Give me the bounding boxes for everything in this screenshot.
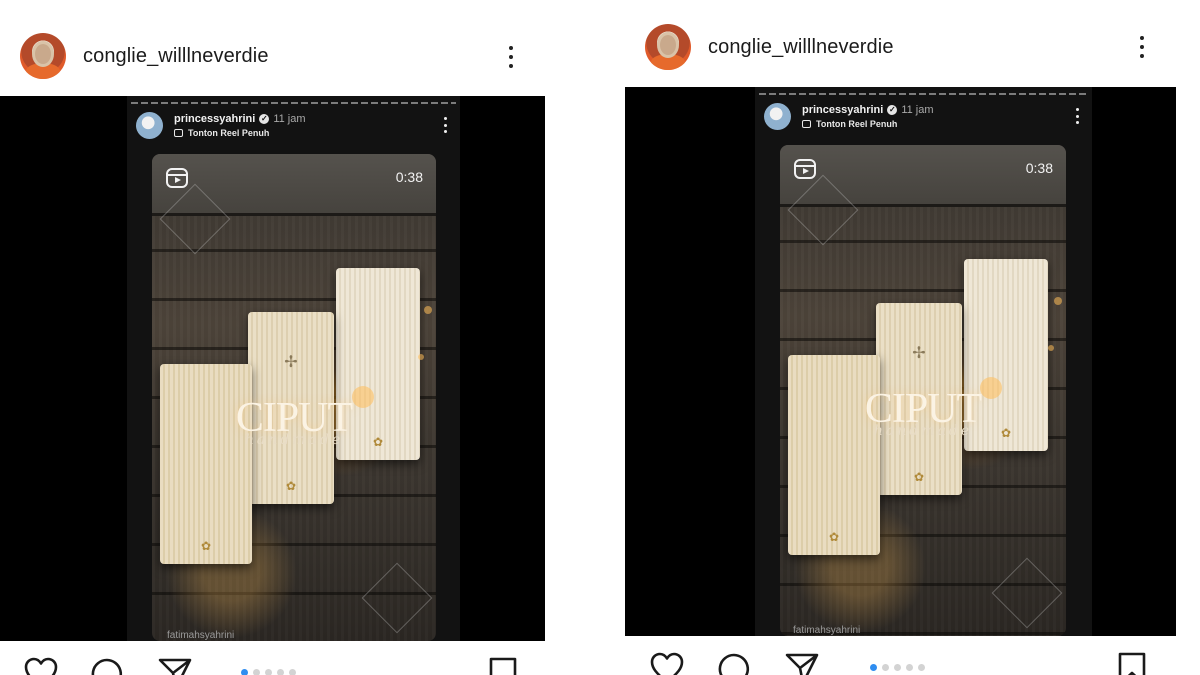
heart-icon[interactable] — [650, 652, 684, 675]
story-more-icon — [440, 117, 450, 133]
post-media[interactable]: princessyahrini ✓ 11 jam Tonton Reel Penuh… — [0, 96, 545, 641]
story-header: princessyahrini ✓ 11 jam Tonton Reel Penuh — [136, 112, 450, 142]
reel-duration: 0:38 — [1025, 160, 1053, 176]
story-progress-bar — [131, 102, 456, 104]
more-vertical-icon[interactable] — [1132, 32, 1152, 62]
send-icon[interactable] — [785, 652, 819, 675]
post-header: conglie_willlneverdie — [625, 24, 1200, 70]
bookmark-icon[interactable] — [1115, 652, 1149, 675]
heart-icon[interactable] — [24, 657, 58, 675]
action-bar — [625, 652, 1200, 675]
carousel-dot — [277, 669, 284, 675]
bookmark-icon[interactable] — [486, 657, 520, 675]
verified-badge-icon: ✓ — [259, 114, 270, 125]
avatar[interactable] — [645, 24, 691, 70]
carousel-indicator — [241, 669, 296, 675]
story-time: 11 jam — [901, 104, 934, 116]
story-screenshot: princessyahrini ✓ 11 jam Tonton Reel Penuh… — [127, 96, 460, 641]
username[interactable]: conglie_willlneverdie — [708, 36, 894, 59]
carousel-dot — [894, 664, 901, 671]
story-time: 11 jam — [273, 113, 306, 125]
story-progress-bar — [759, 93, 1088, 95]
reel-preview: 0:38 ✿ ✢ ✿ ✿ CIPUT handmade — [780, 145, 1066, 636]
reel-icon — [794, 159, 816, 179]
carousel-dot — [882, 664, 889, 671]
story-username: princessyahrini — [174, 113, 256, 125]
carousel-dot — [241, 669, 248, 675]
reel-small-icon — [174, 129, 183, 137]
decorative-pattern — [991, 557, 1063, 629]
reel-small-icon — [802, 120, 811, 128]
send-icon[interactable] — [158, 657, 192, 675]
brand-logo-icon: ✢ — [912, 345, 926, 362]
story-avatar — [764, 103, 791, 130]
brand-logo-icon: ✢ — [284, 354, 298, 371]
carousel-dot — [870, 664, 877, 671]
carousel-dot — [265, 669, 272, 675]
story-username: princessyahrini — [802, 104, 884, 116]
story-subtitle: Tonton Reel Penuh — [816, 119, 898, 129]
brand-subtitle: handmade — [873, 423, 973, 439]
reel-preview: 0:38 ✿ ✢ ✿ ✿ CIPUT handmade — [152, 154, 436, 641]
brand-overlay: CIPUT handmade — [152, 394, 436, 448]
carousel-dot — [906, 664, 913, 671]
post-right: conglie_willlneverdie princessyahrini ✓ 11… — [625, 0, 1200, 675]
carousel-dot — [253, 669, 260, 675]
reel-duration: 0:38 — [395, 169, 423, 185]
carousel-dot — [289, 669, 296, 675]
story-subtitle: Tonton Reel Penuh — [188, 128, 270, 138]
post-header: conglie_willlneverdie — [0, 33, 545, 79]
story-more-icon — [1072, 108, 1082, 124]
carousel-dot — [918, 664, 925, 671]
caption-username: fatimahsyahrini — [167, 630, 235, 641]
story-avatar — [136, 112, 163, 139]
brand-overlay: CIPUT handmade — [780, 385, 1066, 439]
decorative-pattern — [361, 562, 433, 634]
avatar[interactable] — [20, 33, 66, 79]
comment-icon[interactable] — [717, 652, 751, 675]
more-vertical-icon[interactable] — [501, 42, 521, 72]
reel-icon — [166, 168, 188, 188]
story-header: princessyahrini ✓ 11 jam Tonton Reel Penuh — [764, 103, 1082, 133]
carousel-indicator — [870, 664, 925, 671]
comment-icon[interactable] — [90, 657, 124, 675]
action-bar — [0, 657, 545, 675]
brand-subtitle: handmade — [244, 432, 344, 448]
post-media[interactable]: princessyahrini ✓ 11 jam Tonton Reel Penuh… — [625, 87, 1176, 636]
username[interactable]: conglie_willlneverdie — [83, 45, 269, 68]
verified-badge-icon: ✓ — [887, 105, 898, 116]
post-left: conglie_willlneverdie princessyahrini ✓ 11… — [0, 0, 545, 675]
story-screenshot: princessyahrini ✓ 11 jam Tonton Reel Penuh… — [755, 87, 1092, 636]
caption-username: fatimahsyahrini — [793, 625, 861, 636]
